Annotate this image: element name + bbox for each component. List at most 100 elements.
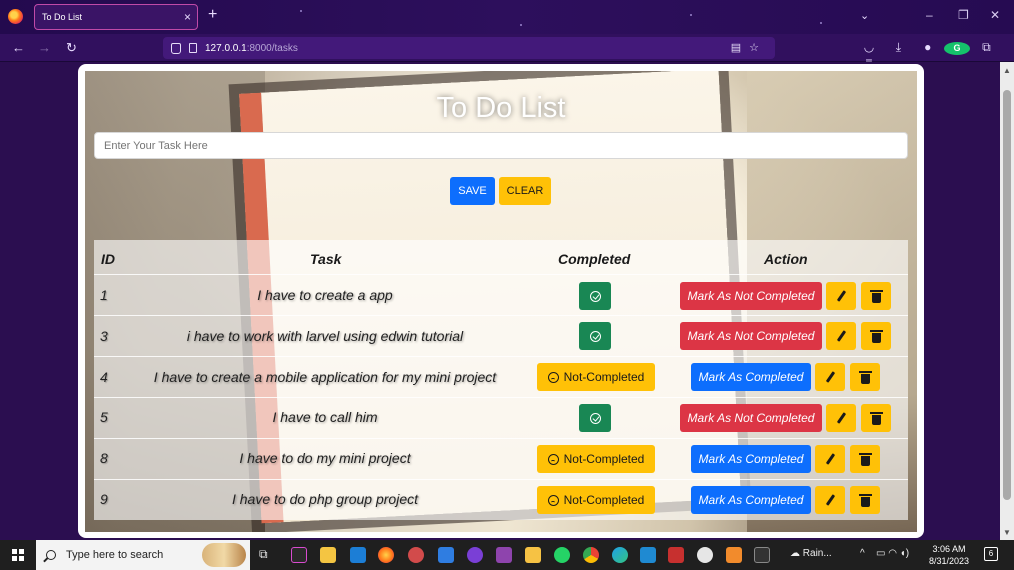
not-completed-label: Not-Completed [563, 493, 645, 507]
delete-button[interactable] [850, 445, 880, 473]
tab-close-icon[interactable]: × [184, 10, 191, 24]
delete-button[interactable] [861, 282, 891, 310]
edge-icon[interactable] [612, 547, 628, 563]
background-star [690, 14, 692, 16]
shield-icon[interactable] [171, 42, 181, 54]
pencil-icon [825, 371, 835, 383]
new-tab-icon[interactable]: + [208, 6, 217, 24]
check-circle-icon [589, 330, 601, 342]
completed-check-button[interactable] [579, 404, 611, 432]
not-completed-button[interactable]: Not-Completed [537, 363, 655, 391]
extension-avatar-icon[interactable]: ● [915, 40, 941, 54]
taskbar-search[interactable]: Type here to search [36, 540, 250, 570]
header-task: Task [310, 251, 342, 267]
tab-to-do-list[interactable]: To Do List × [34, 4, 198, 30]
mark-not-completed-button[interactable]: Mark As Not Completed [680, 282, 822, 310]
clear-button[interactable]: CLEAR [499, 177, 551, 205]
file-explorer-icon[interactable] [525, 547, 541, 563]
not-completed-button[interactable]: Not-Completed [537, 486, 655, 514]
pencil-icon [836, 412, 846, 424]
task-id: 8 [100, 450, 108, 466]
task-text: I have to do php group project [231, 491, 419, 507]
task-view-icon[interactable]: ⧉ [259, 547, 275, 563]
app-icon[interactable] [467, 547, 483, 563]
pencil-icon [825, 494, 835, 506]
tray-chevron-icon[interactable]: ^ [860, 548, 865, 559]
scrollbar-thumb[interactable] [1003, 90, 1011, 500]
mark-not-completed-button[interactable]: Mark As Not Completed [680, 404, 822, 432]
page-info-icon[interactable] [189, 43, 197, 53]
app-icon[interactable] [438, 547, 454, 563]
row-divider [94, 397, 908, 398]
list-all-tabs-icon[interactable]: ⌄ [860, 9, 869, 22]
scroll-up-icon[interactable]: ▲ [1003, 66, 1011, 75]
mark-completed-button[interactable]: Mark As Completed [691, 363, 811, 391]
task-input[interactable] [94, 132, 908, 159]
completed-check-button[interactable] [579, 322, 611, 350]
mark-completed-button[interactable]: Mark As Completed [691, 445, 811, 473]
app-icon[interactable] [697, 547, 713, 563]
delete-button[interactable] [850, 363, 880, 391]
firefox-icon[interactable] [8, 9, 23, 24]
close-window-icon[interactable]: ✕ [990, 8, 1000, 22]
delete-button[interactable] [861, 404, 891, 432]
edit-button[interactable] [826, 322, 856, 350]
frown-icon [547, 494, 559, 506]
notification-icon[interactable]: 6 [984, 547, 998, 561]
bookmark-star-icon[interactable]: ☆ [749, 42, 767, 54]
app-icon[interactable] [496, 547, 512, 563]
edit-button[interactable] [815, 363, 845, 391]
vscode-icon[interactable] [640, 547, 656, 563]
mark-completed-button[interactable]: Mark As Completed [691, 486, 811, 514]
page-scrollbar[interactable]: ▲ ▼ [1000, 62, 1014, 540]
terminal-icon[interactable] [754, 547, 770, 563]
pencil-icon [836, 330, 846, 342]
xampp-icon[interactable] [726, 547, 742, 563]
reader-view-icon[interactable]: ▤ [731, 42, 749, 54]
back-icon[interactable]: ← [12, 40, 25, 55]
scroll-down-icon[interactable]: ▼ [1003, 528, 1011, 537]
reload-icon[interactable]: ↻ [66, 40, 77, 56]
app-icon[interactable] [408, 547, 424, 563]
firefox-taskbar-icon[interactable] [378, 547, 394, 563]
grammarly-icon[interactable]: G [944, 40, 971, 55]
edit-button[interactable] [815, 445, 845, 473]
weather-widget[interactable]: ☁ Rain... [790, 548, 832, 559]
downloads-icon[interactable]: ⤓ [885, 40, 911, 55]
task-text: i have to work with larvel using edwin t… [186, 328, 464, 344]
forward-icon[interactable]: → [38, 40, 51, 55]
completed-check-button[interactable] [579, 282, 611, 310]
background-star [300, 10, 302, 12]
edit-button[interactable] [815, 486, 845, 514]
trash-icon [869, 329, 883, 343]
store-icon[interactable] [320, 547, 336, 563]
tray-icons[interactable]: ▭ ◠ ◖) [876, 548, 909, 559]
cloud-icon: ☁ [790, 548, 803, 559]
task-text: I have to call him [272, 409, 378, 425]
minimize-icon[interactable]: – [926, 8, 933, 22]
whatsapp-icon[interactable] [554, 547, 570, 563]
trash-icon [858, 493, 872, 507]
winrar-icon[interactable] [668, 547, 684, 563]
mail-icon[interactable] [350, 547, 366, 563]
delete-button[interactable] [850, 486, 880, 514]
delete-button[interactable] [861, 322, 891, 350]
extensions-icon[interactable]: ⧉ [973, 40, 999, 55]
windows-start-icon[interactable] [12, 549, 24, 561]
not-completed-button[interactable]: Not-Completed [537, 445, 655, 473]
tab-title: To Do List [42, 12, 83, 22]
address-bar[interactable]: 127.0.0.1:8000/tasks ▤☆ [163, 37, 775, 59]
header-action: Action [764, 251, 808, 267]
task-id: 5 [100, 409, 108, 425]
taskbar-clock[interactable]: 3:06 AM 8/31/2023 [924, 543, 974, 567]
search-icon [46, 550, 56, 560]
jetbrains-icon[interactable] [291, 547, 307, 563]
chrome-icon[interactable] [583, 547, 599, 563]
restore-icon[interactable]: ❐ [958, 8, 969, 22]
row-divider [94, 315, 908, 316]
mark-not-completed-button[interactable]: Mark As Not Completed [680, 322, 822, 350]
edit-button[interactable] [826, 404, 856, 432]
pocket-icon[interactable]: ◡ [856, 40, 882, 54]
save-button[interactable]: SAVE [450, 177, 495, 205]
edit-button[interactable] [826, 282, 856, 310]
